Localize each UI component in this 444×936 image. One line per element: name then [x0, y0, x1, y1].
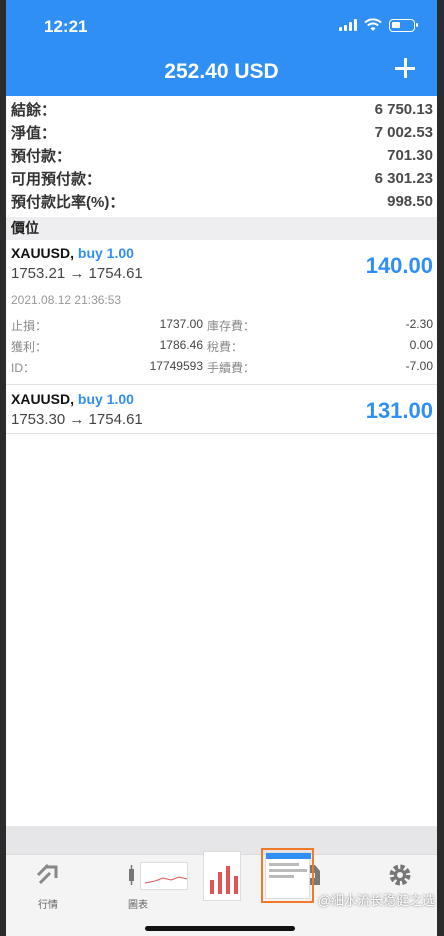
position-prices: 1753.30 → 1754.61 [11, 411, 143, 428]
summary-label: 預付款比率(%)： [11, 194, 125, 211]
position-row[interactable]: XAUUSD, buy 1.00 1753.21 → 1754.61 140.0… [6, 240, 437, 385]
summary-value: 7 002.53 [374, 124, 433, 141]
add-button[interactable] [393, 56, 417, 80]
right-edge [437, 0, 444, 936]
tp-label: 獲利： [11, 340, 48, 354]
app-screen: 12:21 252.40 USD 結餘： 6 750.13 淨值： 7 002.… [6, 0, 437, 936]
symbol-text: XAUUSD, [11, 245, 75, 261]
tab-label: 圖表 [128, 900, 148, 911]
status-icons [339, 18, 418, 32]
thumbnail-highlight-frame [261, 848, 314, 903]
thumbnail-overlay [140, 862, 188, 890]
summary-value: 701.30 [387, 147, 433, 164]
summary-row-margin: 預付款： 701.30 [6, 144, 437, 167]
bottom-band [6, 826, 437, 854]
tab-label: 行情 [38, 900, 58, 911]
quotes-icon [36, 863, 58, 885]
top-bar: 12:21 252.40 USD [6, 0, 437, 96]
position-profit: 140.00 [365, 253, 433, 278]
account-summary: 結餘： 6 750.13 淨值： 7 002.53 預付款： 701.30 可用… [6, 98, 437, 213]
swap-value: -2.30 [405, 317, 433, 331]
position-row[interactable]: XAUUSD, buy 1.00 1753.30 → 1754.61 131.0… [6, 386, 437, 434]
summary-row-balance: 結餘： 6 750.13 [6, 98, 437, 121]
tab-quotes[interactable]: 行情 [18, 861, 78, 911]
position-symbol: XAUUSD, buy 1.00 [11, 391, 134, 407]
summary-label: 可用預付款： [11, 171, 102, 188]
sl-label: 止損： [11, 319, 48, 333]
tax-value: 0.00 [409, 338, 433, 352]
swap-label: 庫存費： [207, 319, 256, 333]
summary-row-margin-level: 預付款比率(%)： 998.50 [6, 190, 437, 213]
gear-icon [389, 864, 411, 886]
id-label: ID： [11, 361, 36, 375]
watermark: @細水流长稳健之选 [317, 893, 435, 908]
summary-value: 6 750.13 [374, 101, 433, 118]
position-side: buy 1.00 [77, 391, 134, 407]
summary-value: 998.50 [387, 193, 433, 210]
position-symbol: XAUUSD, buy 1.00 [11, 245, 134, 261]
position-profit: 131.00 [365, 398, 433, 423]
fee-label: 手續費： [207, 361, 256, 375]
summary-label: 預付款： [11, 148, 72, 165]
position-side: buy 1.00 [77, 245, 134, 261]
fee-value: -7.00 [405, 359, 433, 373]
page-title: 252.40 USD [164, 60, 279, 83]
summary-value: 6 301.23 [374, 170, 433, 187]
sl-value: 1737.00 [159, 317, 203, 331]
summary-row-equity: 淨值： 7 002.53 [6, 121, 437, 144]
tp-value: 1786.46 [159, 338, 203, 352]
summary-row-free-margin: 可用預付款： 6 301.23 [6, 167, 437, 190]
mini-bars-image [210, 866, 238, 894]
battery-icon [389, 18, 418, 32]
symbol-text: XAUUSD, [11, 391, 75, 407]
summary-label: 結餘： [11, 102, 57, 119]
position-open-time: 2021.08.12 21:36:53 [11, 293, 122, 307]
positions-section-header: 價位 [6, 217, 437, 240]
summary-label: 淨值： [11, 125, 57, 142]
tax-label: 稅費： [207, 340, 244, 354]
mini-chart-image [144, 876, 188, 884]
position-prices: 1753.21 → 1754.61 [11, 265, 143, 282]
id-value: 17749593 [149, 359, 203, 373]
signal-icon [339, 19, 357, 31]
thumbnail-overlay [203, 851, 241, 901]
status-time: 12:21 [44, 17, 88, 36]
home-indicator[interactable] [145, 926, 295, 931]
wifi-icon [364, 18, 382, 31]
